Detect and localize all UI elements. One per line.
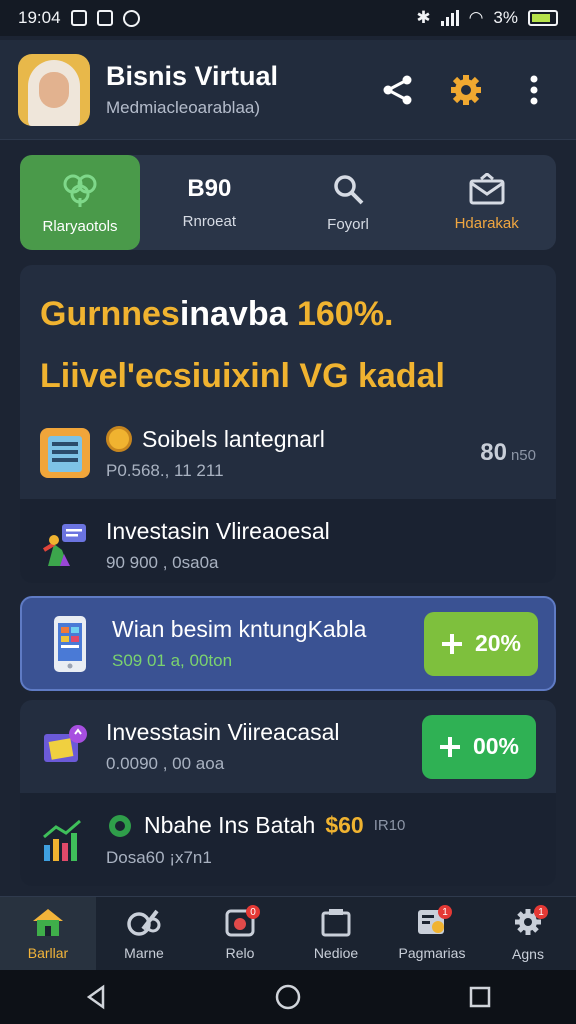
gear-icon — [451, 74, 481, 105]
gauge-icon — [127, 909, 161, 936]
nav-label: Agns — [512, 945, 544, 962]
card-title: Wian besim kntungKabla — [112, 616, 367, 642]
tab-label: Hdarakak — [454, 215, 519, 232]
chat-people-icon — [40, 520, 90, 570]
nav-item-news[interactable]: Nedioe — [288, 897, 384, 970]
more-vertical-icon — [530, 75, 538, 104]
nav-label: Nedioe — [313, 944, 359, 961]
ledger-icon — [40, 428, 90, 478]
status-time: 19:04 — [18, 8, 61, 27]
tab-label: Rnroeat — [182, 213, 237, 230]
list-item-title: Nbahe Ins Batah — [144, 812, 316, 838]
list-item-subtitle: P0.568., 11 211 — [106, 460, 224, 480]
bluetooth-icon: ✱ — [416, 8, 431, 27]
list-item[interactable]: Invesstasin Viireacasal 0.0090 , 00 aoa … — [20, 700, 556, 793]
tab-inbox[interactable]: Hdarakak — [417, 155, 556, 250]
page-subtitle: Medmiacleoarablaa) — [106, 98, 261, 117]
settings-button[interactable] — [446, 70, 486, 110]
nav-label: Pagmarias — [398, 944, 466, 961]
tab-revenue[interactable]: B90 Rnroeat — [140, 155, 279, 250]
notification-badge: 0 — [246, 905, 260, 919]
list-item-value: $60 — [325, 812, 364, 838]
headline: Gurnnesinavba 160%. Liivel'ecsiuixinl VG… — [20, 265, 556, 407]
avatar[interactable] — [18, 53, 90, 126]
nav-item-market[interactable]: Marne — [96, 897, 192, 970]
tab-label: Rlaryaotols — [42, 218, 118, 235]
page-title: Bisnis Virtual — [106, 61, 279, 91]
headline-part: 160%. — [296, 295, 394, 333]
list-item-title: Invesstasin Viireacasal — [106, 719, 340, 745]
card-subtitle: S09 01 a, 00ton — [112, 651, 233, 670]
tab-label: Foyorl — [327, 216, 369, 233]
percent-button[interactable]: 00% — [422, 714, 536, 779]
folder-icon — [321, 908, 351, 936]
nav-item-payments[interactable]: 1 Pagmarias — [384, 897, 480, 970]
envelope-icon — [469, 173, 505, 205]
wifi-icon: ◠ — [468, 8, 484, 27]
investment-card: Invesstasin Viireacasal 0.0090 , 00 aoa … — [20, 700, 556, 886]
status-bar: 19:04 ✱ ◠ 3% — [0, 0, 576, 36]
notification-icon-3 — [122, 9, 140, 27]
list-item-title: Soibels lantegnarl — [142, 425, 325, 452]
notification-icon — [70, 10, 87, 26]
notification-badge: 1 — [534, 905, 548, 919]
app-header: Bisnis Virtual Medmiacleoarablaa) — [0, 40, 576, 140]
list-item[interactable]: Soibels lantegnarl P0.568., 11 211 80 n50 — [20, 407, 556, 499]
percent-value: 00% — [472, 733, 520, 759]
list-item-unit: IR10 — [373, 817, 406, 834]
tab-search[interactable]: Foyorl — [279, 155, 418, 250]
highlight-card[interactable]: Wian besim kntungKabla S09 01 a, 00ton 2… — [20, 596, 556, 691]
bottom-navigation: Barllar Marne 0 Relo Nedioe 1 Pagmarias … — [0, 896, 576, 970]
list-item[interactable]: Nbahe Ins Batah $60 IR10 Dosa60 ¡x7n1 — [20, 793, 556, 886]
nav-item-reports[interactable]: 0 Relo — [192, 897, 288, 970]
nav-item-home[interactable]: Barllar — [0, 897, 96, 970]
notification-badge: 1 — [438, 905, 452, 919]
notification-icon-2 — [96, 10, 113, 26]
list-item-unit: n50 — [510, 447, 536, 464]
tab-value: B90 — [187, 175, 232, 202]
nav-label: Relo — [225, 944, 255, 961]
share-icon — [383, 75, 412, 104]
summary-card: Gurnnesinavba 160%. Liivel'ecsiuixinl VG… — [20, 265, 556, 583]
plus-icon — [439, 736, 460, 757]
nav-item-apps[interactable]: 1 Agns — [480, 897, 576, 970]
share-button[interactable] — [378, 70, 418, 110]
percent-button[interactable]: 20% — [424, 611, 538, 676]
battery-icon — [528, 10, 558, 26]
list-item-subtitle: Dosa60 ¡x7n1 — [106, 847, 212, 867]
home-icon — [33, 908, 63, 936]
headline-part: Gurnnes — [40, 295, 180, 333]
list-item[interactable]: Investasin Vlireaoesal 90 900 , 0sa0a — [20, 499, 556, 583]
wallet-icon — [40, 722, 90, 772]
list-item-value: 80 — [480, 439, 507, 466]
search-icon — [334, 175, 364, 205]
nav-label: Marne — [124, 944, 164, 961]
tab-home[interactable]: Rlaryaotols — [20, 155, 140, 250]
back-icon[interactable] — [83, 984, 109, 1010]
plus-icon — [441, 633, 462, 654]
phone-app-icon — [50, 614, 90, 674]
list-item-subtitle: 90 900 , 0sa0a — [106, 552, 219, 572]
headline-line-2: Liivel'ecsiuixinl VG kadal — [40, 357, 445, 395]
more-menu-button[interactable] — [514, 70, 554, 110]
nav-label: Barllar — [27, 944, 69, 961]
headline-part: inavba — [179, 295, 288, 333]
system-navigation-bar — [0, 970, 576, 1024]
coin-icon — [106, 426, 132, 452]
quick-tabs: Rlaryaotols B90 Rnroeat Foyorl Hdarakak — [20, 155, 556, 250]
bar-chart-icon — [40, 815, 90, 865]
signal-icon — [440, 10, 459, 26]
percent-value: 20% — [474, 630, 522, 656]
recents-icon[interactable] — [467, 984, 493, 1010]
list-item-subtitle: 0.0090 , 00 aoa — [106, 754, 225, 773]
battery-percent: 3% — [493, 8, 518, 27]
home-circle-icon[interactable] — [274, 983, 302, 1011]
list-item-title: Investasin Vlireaoesal — [106, 517, 330, 544]
badge-icon — [109, 814, 131, 837]
clover-icon — [63, 174, 97, 207]
